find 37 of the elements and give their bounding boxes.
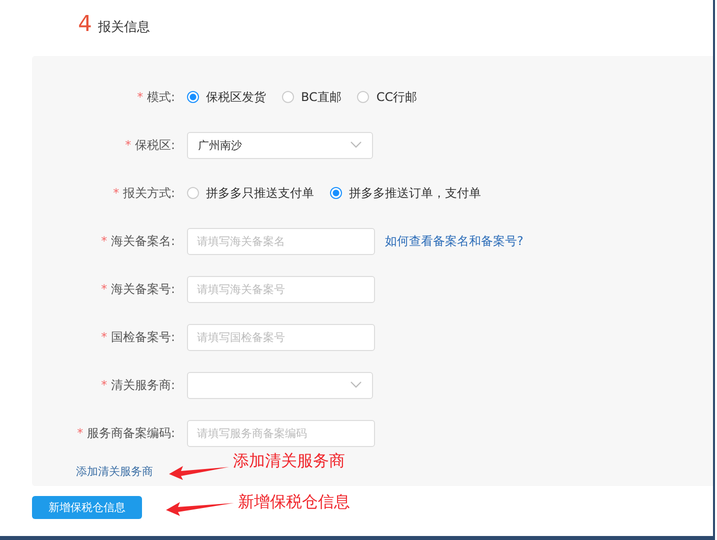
annotation-text: 新增保税仓信息: [238, 492, 350, 513]
required-mark: *: [101, 330, 108, 344]
required-mark: *: [101, 378, 108, 392]
input-field[interactable]: 请填写服务商备案编码: [187, 420, 375, 446]
required-mark: *: [77, 426, 84, 440]
arrow-icon: [166, 500, 234, 516]
input-field[interactable]: 请填写海关备案名: [187, 228, 375, 254]
section-title: 报关信息: [98, 19, 150, 36]
help-link[interactable]: 如何查看备案名和备案号?: [385, 232, 524, 250]
annotation-text: 添加清关服务商: [233, 451, 345, 472]
required-mark: *: [101, 234, 108, 248]
arrow-icon: [169, 464, 229, 480]
required-mark: *: [137, 90, 144, 104]
radio-option[interactable]: CC行邮: [357, 88, 418, 106]
field-label: 清关服务商:: [110, 378, 175, 392]
field-label: 海关备案号:: [110, 282, 175, 296]
field-label: 国检备案号:: [110, 330, 175, 344]
field-label: 保税区:: [134, 138, 175, 152]
field-label: 报关方式:: [122, 186, 175, 200]
input-field[interactable]: 请填写国检备案号: [187, 324, 375, 350]
radio-option[interactable]: BC直邮: [282, 88, 342, 106]
dropdown-field[interactable]: [187, 372, 373, 398]
field-label: 服务商备案编码:: [86, 426, 175, 440]
dropdown-field[interactable]: 广州南沙: [187, 132, 373, 158]
add-provider-link[interactable]: 添加清关服务商: [76, 464, 153, 479]
required-mark: *: [125, 138, 132, 152]
radio-option[interactable]: 拼多多推送订单，支付单: [330, 184, 481, 202]
input-field[interactable]: 请填写海关备案号: [187, 276, 375, 302]
chevron-down-icon: [350, 141, 362, 149]
required-mark: *: [101, 282, 108, 296]
radio-option[interactable]: 保税区发货: [187, 88, 266, 106]
chevron-down-icon: [350, 381, 362, 389]
radio-option[interactable]: 拼多多只推送支付单: [187, 184, 314, 202]
step-number: 4: [78, 12, 92, 37]
field-label: 海关备案名:: [110, 234, 175, 248]
field-label: 模式:: [146, 90, 175, 104]
required-mark: *: [113, 186, 120, 200]
